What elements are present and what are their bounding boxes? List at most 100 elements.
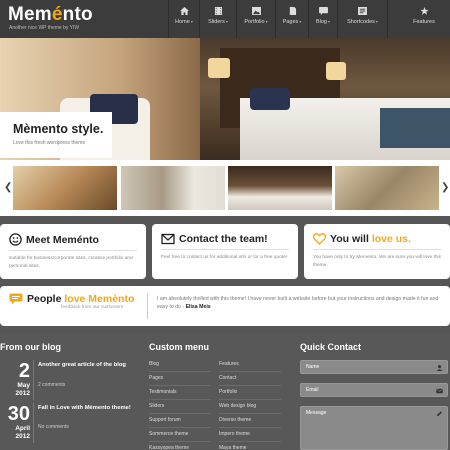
- post-title-link[interactable]: Another great article of the blog: [38, 361, 138, 369]
- testimonial-author: Elisa Meis: [185, 304, 211, 310]
- hero-image-lamp: [326, 62, 346, 80]
- menu-link[interactable]: Impero theme: [219, 428, 281, 442]
- menu-link[interactable]: Blog: [149, 358, 211, 372]
- feature-title-text: Contact the team!: [179, 233, 268, 245]
- nav-label-sliders: Sliders: [208, 19, 225, 25]
- slider-next-button[interactable]: ❯: [441, 182, 449, 193]
- menu-link[interactable]: Support forum: [149, 414, 211, 428]
- logo-text-pre: Mem: [8, 4, 52, 25]
- hero-caption-text: Love this fresh wordpress theme: [13, 140, 86, 146]
- divider: [9, 250, 137, 251]
- feature-title-highlight: love us.: [371, 233, 411, 245]
- hero-caption: Mèmento style. Love this fresh wordpress…: [0, 112, 112, 158]
- menu-link[interactable]: Pages: [149, 372, 211, 386]
- feature-title-text: You will: [330, 233, 372, 245]
- nav-label-portfolio: Portfolio: [244, 19, 265, 25]
- custom-menu-col-2: Features Contact Portfolio Web design bl…: [219, 358, 281, 450]
- slider-thumb[interactable]: [228, 166, 332, 210]
- smile-icon: [9, 233, 22, 246]
- name-field[interactable]: Name: [300, 360, 448, 374]
- nav-item-pages[interactable]: Pages▾: [275, 0, 308, 38]
- post-month: April: [15, 425, 30, 432]
- code-icon: [358, 7, 367, 15]
- film-icon: [214, 7, 222, 15]
- menu-link[interactable]: Sommerce theme: [149, 428, 211, 442]
- menu-link[interactable]: Web design blog: [219, 400, 281, 414]
- divider: [161, 249, 289, 250]
- feature-title: Contact the team!: [179, 233, 268, 245]
- divider: [33, 360, 34, 400]
- star-icon: [419, 7, 429, 15]
- feature-box-contact: Contact the team! Feel free to contact u…: [152, 224, 298, 279]
- name-field-placeholder: Name: [306, 364, 320, 370]
- chevron-down-icon: ▾: [375, 19, 378, 24]
- nav-label-blog: Blog: [315, 19, 327, 25]
- divider: [33, 403, 34, 443]
- testimonial-title: People love Memènto: [27, 293, 134, 305]
- heart-icon: [313, 233, 326, 245]
- feature-text: suitable for business/corporate sites, c…: [9, 256, 133, 269]
- main-nav: Home▾ Sliders▾ Portfolio▾ Pages▾ Blog▾ S…: [168, 0, 450, 38]
- menu-link[interactable]: Portfolio: [219, 386, 281, 400]
- email-field-placeholder: Email: [306, 387, 319, 393]
- nav-item-portfolio[interactable]: Portfolio▾: [236, 0, 275, 38]
- image-icon: [251, 7, 261, 15]
- blog-widget-title: From our blog: [0, 342, 61, 352]
- menu-link[interactable]: Diverso theme: [219, 414, 281, 428]
- divider: [147, 293, 148, 319]
- nav-item-shortcodes[interactable]: Shortcodes▾: [337, 0, 387, 38]
- divider: [313, 249, 441, 250]
- menu-link[interactable]: Contact: [219, 372, 281, 386]
- hero-image-bed-runner: [380, 108, 450, 148]
- menu-link[interactable]: Features: [219, 358, 281, 372]
- nav-item-blog[interactable]: Blog▾: [308, 0, 337, 38]
- email-field[interactable]: Email: [300, 383, 448, 397]
- slider-prev-button[interactable]: ❮: [4, 182, 12, 193]
- nav-item-sliders[interactable]: Sliders▾: [199, 0, 236, 38]
- message-field[interactable]: Message: [300, 406, 448, 450]
- feature-box-love: You will love us. You have only to try M…: [304, 224, 450, 279]
- menu-link[interactable]: Testimonials: [149, 386, 211, 400]
- site-logo[interactable]: Meménto: [8, 4, 93, 26]
- blog-post-item[interactable]: 30 April 2012 Fall in Love with Mèmento …: [0, 403, 145, 443]
- menu-link[interactable]: Kassyopea theme: [149, 442, 211, 450]
- chat-icon: [318, 7, 328, 15]
- user-icon: [436, 365, 443, 371]
- testimonial-heading: People love Memènto feedback from our cu…: [9, 293, 134, 310]
- post-month: May: [17, 382, 30, 389]
- post-comments-link[interactable]: No comments: [38, 424, 69, 430]
- menu-link[interactable]: Maya theme: [219, 442, 281, 450]
- testimonial-quote: I am absolutely thrilled with this theme…: [157, 295, 442, 311]
- logo-text-accent: é: [51, 4, 63, 25]
- pencil-icon: [437, 411, 442, 416]
- menu-link[interactable]: Sliders: [149, 400, 211, 414]
- home-icon: [179, 7, 189, 15]
- speech-icon: [9, 293, 23, 305]
- nav-label-shortcodes: Shortcodes: [347, 19, 375, 25]
- testimonial-subtitle: feedback from our customers: [61, 305, 124, 310]
- post-day: 2: [18, 360, 30, 382]
- feature-title-text: Meet Meménto: [26, 233, 99, 246]
- testimonial-title-text: People: [27, 293, 65, 305]
- nav-item-home[interactable]: Home▾: [168, 0, 199, 38]
- post-comments-link[interactable]: 2 comments: [38, 382, 65, 388]
- site-footer: From our blog 2 May 2012 Another great a…: [0, 333, 450, 450]
- slider-thumb[interactable]: [335, 166, 439, 210]
- slider-thumb[interactable]: [13, 166, 117, 210]
- nav-item-features[interactable]: Features: [387, 0, 450, 38]
- mail-icon: [161, 233, 175, 245]
- nav-label-home: Home: [175, 19, 190, 25]
- post-year: 2012: [15, 390, 30, 397]
- hero-image-pillow: [250, 88, 290, 110]
- hero-caption-title: Mèmento style.: [13, 122, 104, 136]
- slider-thumb[interactable]: [121, 166, 225, 210]
- post-day: 30: [7, 403, 30, 425]
- chevron-down-icon: ▾: [225, 19, 228, 24]
- message-field-placeholder: Message: [306, 410, 327, 416]
- chevron-down-icon: ▾: [265, 19, 268, 24]
- post-year: 2012: [15, 433, 30, 440]
- site-header: Meménto Another nice WP theme by YIW Hom…: [0, 0, 450, 38]
- feature-title: You will love us.: [330, 233, 411, 245]
- blog-post-item[interactable]: 2 May 2012 Another great article of the …: [0, 360, 145, 400]
- post-title-link[interactable]: Fall in Love with Mèmento theme!: [38, 404, 138, 412]
